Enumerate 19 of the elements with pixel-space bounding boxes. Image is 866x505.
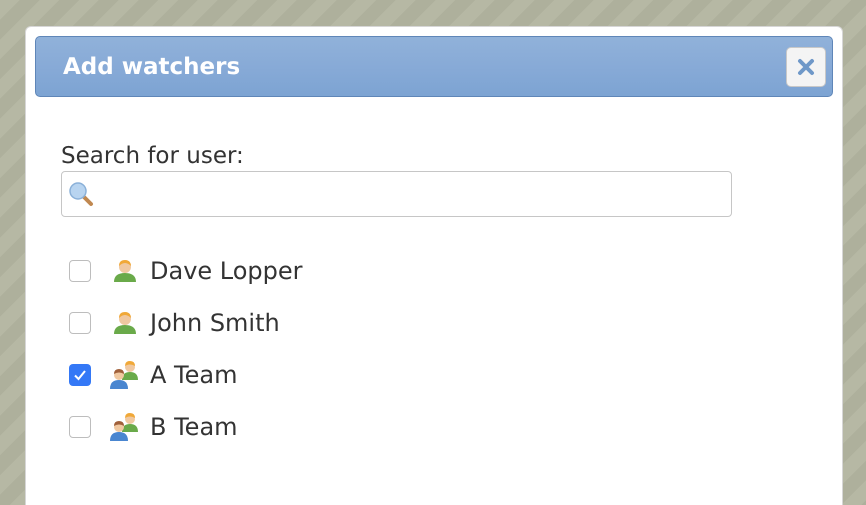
user-name: A Team	[150, 361, 238, 389]
people-icon	[109, 412, 139, 442]
user-name: B Team	[150, 413, 238, 441]
checkmark-icon	[73, 368, 87, 382]
person-icon	[111, 257, 139, 285]
checkbox[interactable]	[69, 416, 91, 438]
people-icon	[109, 360, 139, 390]
search-field[interactable]	[61, 171, 732, 217]
user-name: Dave Lopper	[150, 257, 303, 285]
user-name: John Smith	[150, 309, 280, 337]
checkbox[interactable]	[69, 364, 91, 386]
close-button[interactable]	[786, 46, 826, 86]
checkbox[interactable]	[69, 260, 91, 282]
dialog-title: Add watchers	[63, 54, 240, 80]
search-icon	[68, 181, 94, 207]
checkbox[interactable]	[69, 312, 91, 334]
close-icon	[797, 58, 815, 76]
person-icon	[111, 309, 139, 337]
search-label: Search for user:	[61, 143, 245, 169]
